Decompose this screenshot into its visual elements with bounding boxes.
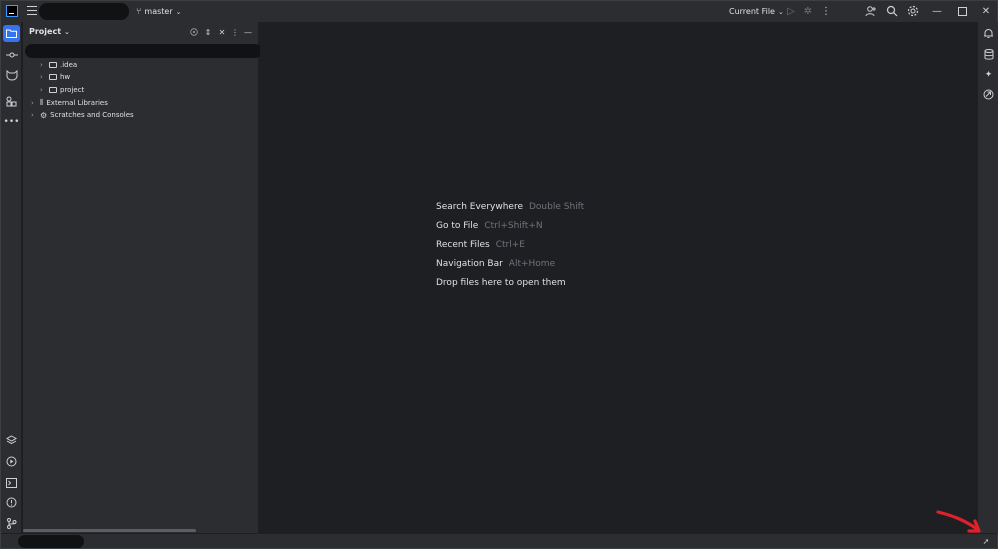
notifications-icon[interactable] [980, 25, 997, 42]
chevron-right-icon[interactable]: › [40, 86, 46, 94]
layers-icon[interactable] [3, 432, 20, 449]
maximize-icon[interactable] [955, 4, 969, 18]
structure-icon[interactable] [3, 93, 20, 110]
folder-icon [49, 87, 57, 93]
hint-navigation-bar: Navigation Bar Alt+Home [436, 254, 584, 273]
tree-item-label: project [60, 86, 85, 94]
hint-go-to-file: Go to File Ctrl+Shift+N [436, 216, 584, 235]
minimize-icon[interactable]: — [930, 4, 944, 18]
ide-window: ⑂ master ⌄ Current File ⌄ ▷ ✲ ⋮ — ✕ ••• … [0, 0, 998, 549]
project-widget[interactable] [39, 3, 129, 20]
project-tool-window: Project ⌄ ⇕ ✕ ⋮ — › .idea › hw › project… [23, 22, 262, 536]
main-menu-icon[interactable] [27, 6, 37, 15]
tree-item-label: hw [60, 73, 71, 81]
chevron-right-icon[interactable]: › [31, 99, 37, 107]
run-icon[interactable]: ▷ [784, 4, 798, 18]
hint-shortcut: Ctrl+Shift+N [484, 220, 543, 231]
more-actions-icon[interactable]: ⋮ [819, 4, 833, 18]
problems-icon[interactable] [3, 494, 20, 511]
project-panel-header: Project ⌄ ⇕ ✕ ⋮ — [23, 22, 259, 42]
services-icon[interactable] [3, 453, 20, 470]
chevron-down-icon: ⌄ [64, 27, 70, 36]
pull-requests-icon[interactable] [3, 67, 20, 84]
status-bar: ➚ [1, 533, 997, 548]
branch-icon: ⑂ [136, 6, 142, 17]
hint-drop-files: Drop files here to open them [436, 273, 584, 292]
tree-item-hw[interactable]: › hw [40, 71, 70, 83]
terminal-icon[interactable] [3, 474, 20, 491]
options-icon[interactable]: ⋮ [230, 27, 240, 37]
scratches-icon: ⚙ [40, 110, 48, 120]
hint-label: Recent Files [436, 239, 490, 250]
annotation-arrow-icon [936, 510, 981, 533]
folder-icon [49, 62, 57, 68]
chevron-right-icon[interactable]: › [40, 61, 46, 69]
search-icon[interactable] [885, 4, 899, 18]
expand-all-icon[interactable]: ⇕ [203, 27, 213, 37]
app-logo-icon [6, 5, 18, 17]
hint-shortcut: Ctrl+E [495, 239, 525, 250]
right-tool-strip: ✦ [977, 22, 998, 533]
git-icon[interactable] [3, 515, 20, 532]
chevron-right-icon[interactable]: › [40, 73, 46, 81]
tree-item-external-libraries[interactable]: › ⫴ External Libraries [31, 97, 108, 109]
branch-label: master [144, 7, 173, 16]
run-config-selector[interactable]: Current File ⌄ [729, 4, 784, 19]
horizontal-scrollbar[interactable] [23, 529, 196, 532]
editor-area[interactable]: Search Everywhere Double Shift Go to Fil… [260, 22, 976, 533]
endpoints-icon[interactable] [980, 86, 997, 103]
more-tools-icon[interactable]: ••• [3, 113, 20, 130]
tree-item-idea[interactable]: › .idea [40, 59, 77, 71]
title-bar: ⑂ master ⌄ Current File ⌄ ▷ ✲ ⋮ — ✕ [1, 1, 997, 22]
settings-icon[interactable] [906, 4, 920, 18]
select-opened-file-icon[interactable] [189, 27, 199, 37]
run-config-label: Current File [729, 7, 775, 16]
tree-item-label: Scratches and Consoles [50, 111, 134, 119]
hint-shortcut: Double Shift [529, 201, 585, 212]
hide-panel-icon[interactable]: — [243, 27, 253, 37]
code-with-me-icon[interactable] [864, 4, 878, 18]
hint-shortcut: Alt+Home [508, 258, 556, 269]
breadcrumb-widget[interactable] [18, 535, 84, 548]
left-tool-strip: ••• [1, 22, 22, 548]
chevron-down-icon: ⌄ [175, 7, 182, 16]
debug-icon[interactable]: ✲ [801, 4, 815, 18]
ai-assistant-icon[interactable]: ✦ [980, 66, 997, 83]
close-icon[interactable]: ✕ [979, 4, 993, 18]
database-icon[interactable] [980, 46, 997, 63]
folder-icon [49, 74, 57, 80]
project-folder-icon[interactable] [3, 25, 20, 42]
hint-label: Go to File [436, 220, 479, 231]
tree-item-project[interactable]: › project [40, 84, 84, 96]
commit-icon[interactable] [3, 46, 20, 63]
cursor-icon[interactable]: ➚ [981, 536, 991, 546]
hint-recent-files: Recent Files Ctrl+E [436, 235, 584, 254]
branch-widget[interactable]: ⑂ master ⌄ [136, 4, 182, 19]
chevron-right-icon[interactable]: › [31, 111, 37, 119]
collapse-all-icon[interactable]: ✕ [217, 27, 227, 37]
hint-label: Navigation Bar [436, 258, 503, 269]
empty-editor-hints: Search Everywhere Double Shift Go to Fil… [436, 197, 584, 292]
tree-item-label: External Libraries [46, 99, 108, 107]
panel-title: Project [29, 27, 62, 36]
hint-label: Drop files here to open them [436, 277, 566, 288]
hint-label: Search Everywhere [436, 201, 523, 212]
project-root-row[interactable] [25, 44, 262, 58]
project-view-selector[interactable]: Project ⌄ [29, 27, 70, 36]
chevron-down-icon: ⌄ [777, 7, 784, 16]
hint-search-everywhere: Search Everywhere Double Shift [436, 197, 584, 216]
tree-item-scratches[interactable]: › ⚙ Scratches and Consoles [31, 109, 134, 121]
tree-item-label: .idea [60, 61, 78, 69]
library-icon: ⫴ [40, 98, 44, 107]
